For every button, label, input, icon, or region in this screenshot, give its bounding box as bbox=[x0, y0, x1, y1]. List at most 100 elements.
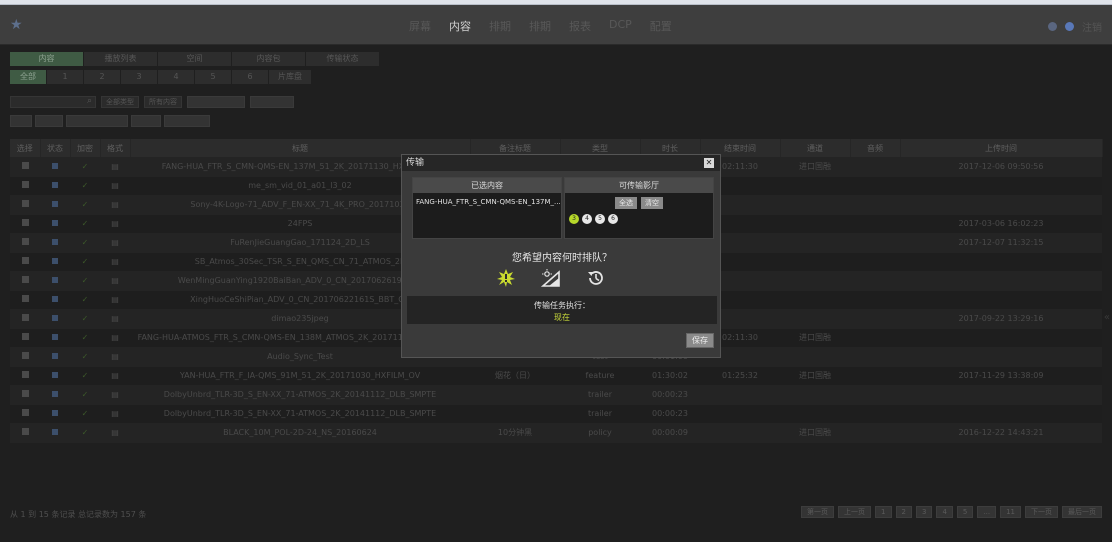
col-encrypt[interactable]: 加密 bbox=[70, 139, 101, 157]
nav-item[interactable]: DCP bbox=[600, 18, 641, 34]
view-button[interactable] bbox=[164, 115, 210, 127]
row-checkbox[interactable] bbox=[21, 409, 29, 416]
nav-item-content[interactable]: 内容 bbox=[440, 18, 480, 34]
row-checkbox[interactable] bbox=[21, 257, 29, 264]
pager-page[interactable]: 5 bbox=[956, 506, 974, 518]
row-checkbox[interactable] bbox=[21, 238, 29, 245]
key-icon: ✓ bbox=[81, 257, 89, 266]
hall-3-toggle[interactable]: 3 bbox=[569, 214, 579, 224]
tab-hall-1[interactable]: 1 bbox=[47, 70, 83, 84]
row-checkbox[interactable] bbox=[21, 276, 29, 283]
row-checkbox[interactable] bbox=[21, 161, 29, 169]
cell-icon: ▤ bbox=[100, 214, 130, 234]
night-schedule-icon[interactable] bbox=[541, 269, 561, 287]
key-icon: ✓ bbox=[81, 219, 89, 228]
clear-button[interactable]: 清空 bbox=[641, 197, 663, 209]
table-row[interactable]: ✓ ▤ YAN-HUA_FTR_F_IA-QMS_91M_51_2K_2017103… bbox=[10, 366, 1102, 386]
flag-icon[interactable] bbox=[1065, 22, 1074, 31]
type-select[interactable]: 全部类型 bbox=[101, 96, 139, 108]
col-status[interactable]: 状态 bbox=[40, 139, 71, 157]
pager-page[interactable]: 1 bbox=[875, 506, 892, 518]
pager-page[interactable]: 11 bbox=[1000, 506, 1021, 518]
flag-icon[interactable] bbox=[1048, 22, 1057, 31]
star-icon: ★ bbox=[10, 17, 23, 33]
cell-icon bbox=[40, 385, 70, 405]
pager-last[interactable]: 最后一页 bbox=[1062, 506, 1102, 518]
tab-playlist[interactable]: 播放列表 bbox=[84, 52, 157, 66]
format-icon: ▤ bbox=[111, 333, 119, 342]
pager-next[interactable]: 下一页 bbox=[1025, 506, 1058, 518]
col-channel[interactable]: 通道 bbox=[780, 139, 851, 157]
pager-first[interactable]: 第一页 bbox=[801, 506, 835, 518]
row-checkbox[interactable] bbox=[21, 200, 29, 207]
expand-arrow-icon[interactable]: « bbox=[1104, 312, 1110, 323]
row-checkbox[interactable] bbox=[21, 428, 29, 435]
row-checkbox[interactable] bbox=[21, 181, 29, 188]
tab-hall-4[interactable]: 4 bbox=[158, 70, 194, 84]
row-checkbox[interactable] bbox=[21, 371, 29, 378]
pager-page[interactable]: 2 bbox=[895, 506, 912, 518]
history-clock-icon[interactable] bbox=[587, 269, 605, 287]
cell-icon bbox=[850, 423, 900, 443]
cell-up: 2017-12-07 11:32:15 bbox=[900, 233, 1102, 253]
nav-item[interactable]: 排期 bbox=[520, 18, 560, 34]
table-row[interactable]: ✓ ▤ DolbyUnbrd_TLR-3D_S_EN-XX_71-ATMOS_2K_… bbox=[10, 385, 1102, 405]
cell-icon bbox=[10, 328, 40, 348]
cell-end: 01:25:32 bbox=[700, 366, 780, 386]
pager-page[interactable]: 3 bbox=[915, 506, 933, 518]
refresh-button[interactable] bbox=[131, 115, 161, 127]
nav-item[interactable]: 屏幕 bbox=[400, 18, 440, 34]
pager-page[interactable]: 4 bbox=[936, 506, 953, 518]
tab-hall-3[interactable]: 3 bbox=[121, 70, 157, 84]
tab-hall-5[interactable]: 5 bbox=[195, 70, 231, 84]
hall-6-toggle[interactable]: 6 bbox=[608, 214, 618, 224]
table-row[interactable]: ✓ ▤ DolbyUnbrd_TLR-3D_S_EN-XX_71-ATMOS_2K_… bbox=[10, 404, 1102, 424]
pager-prev[interactable]: 上一页 bbox=[838, 506, 872, 518]
transfer-button[interactable] bbox=[35, 115, 63, 127]
tab-all[interactable]: 全部 bbox=[10, 70, 46, 84]
col-select[interactable]: 选择 bbox=[10, 139, 41, 157]
col-audio[interactable]: 音频 bbox=[850, 139, 901, 157]
tab-space[interactable]: 空间 bbox=[158, 52, 231, 66]
search-input[interactable]: ⌕ bbox=[10, 96, 96, 108]
tab-hall-6[interactable]: 6 bbox=[232, 70, 268, 84]
import-button[interactable] bbox=[250, 96, 294, 108]
row-checkbox[interactable] bbox=[21, 333, 29, 340]
cell-icon bbox=[40, 195, 70, 215]
nav-item[interactable]: 报表 bbox=[560, 18, 600, 34]
cell-icon: ▤ bbox=[100, 423, 130, 443]
now-burst-icon[interactable] bbox=[497, 269, 515, 287]
cell-ch bbox=[780, 233, 850, 253]
logout-link[interactable]: 注销 bbox=[1082, 19, 1102, 34]
delete-button[interactable] bbox=[10, 115, 32, 127]
row-checkbox[interactable] bbox=[21, 314, 29, 321]
tab-content[interactable]: 内容 bbox=[10, 52, 83, 66]
save-button[interactable]: 保存 bbox=[686, 333, 714, 348]
nav-item[interactable]: 配置 bbox=[641, 18, 681, 34]
hall-5-toggle[interactable]: 5 bbox=[595, 214, 605, 224]
tab-package[interactable]: 内容包 bbox=[232, 52, 305, 66]
row-checkbox[interactable] bbox=[21, 390, 29, 397]
format-icon: ▤ bbox=[111, 428, 119, 437]
content-select[interactable]: 所有内容 bbox=[144, 96, 182, 108]
row-checkbox[interactable] bbox=[21, 219, 29, 226]
cell-icon: ✓ bbox=[70, 328, 100, 348]
row-checkbox[interactable] bbox=[21, 295, 29, 302]
selected-content-item[interactable]: FANG-HUA_FTR_S_CMN-QMS-EN_137M_... bbox=[413, 193, 561, 211]
tab-hall-2[interactable]: 2 bbox=[84, 70, 120, 84]
col-upload-time[interactable]: 上传时间 bbox=[900, 139, 1103, 157]
row-checkbox[interactable] bbox=[21, 352, 29, 359]
tab-library[interactable]: 片库盘 bbox=[269, 70, 311, 84]
tab-transfer-status[interactable]: 传输状态 bbox=[306, 52, 379, 66]
filter-button[interactable] bbox=[187, 96, 245, 108]
close-icon[interactable]: ✕ bbox=[704, 158, 714, 168]
format-icon: ▤ bbox=[111, 276, 119, 285]
search-icon[interactable]: ⌕ bbox=[87, 96, 92, 106]
table-row[interactable]: ✓ ▤ BLACK_10M_POL-2D-24_NS_20160624 10分钟黑 po… bbox=[10, 423, 1102, 443]
schedule-button[interactable] bbox=[66, 115, 128, 127]
nav-item[interactable]: 排期 bbox=[480, 18, 520, 34]
col-format[interactable]: 格式 bbox=[100, 139, 131, 157]
hall-4-toggle[interactable]: 4 bbox=[582, 214, 592, 224]
cell-icon bbox=[10, 290, 40, 310]
select-all-button[interactable]: 全选 bbox=[615, 197, 637, 209]
